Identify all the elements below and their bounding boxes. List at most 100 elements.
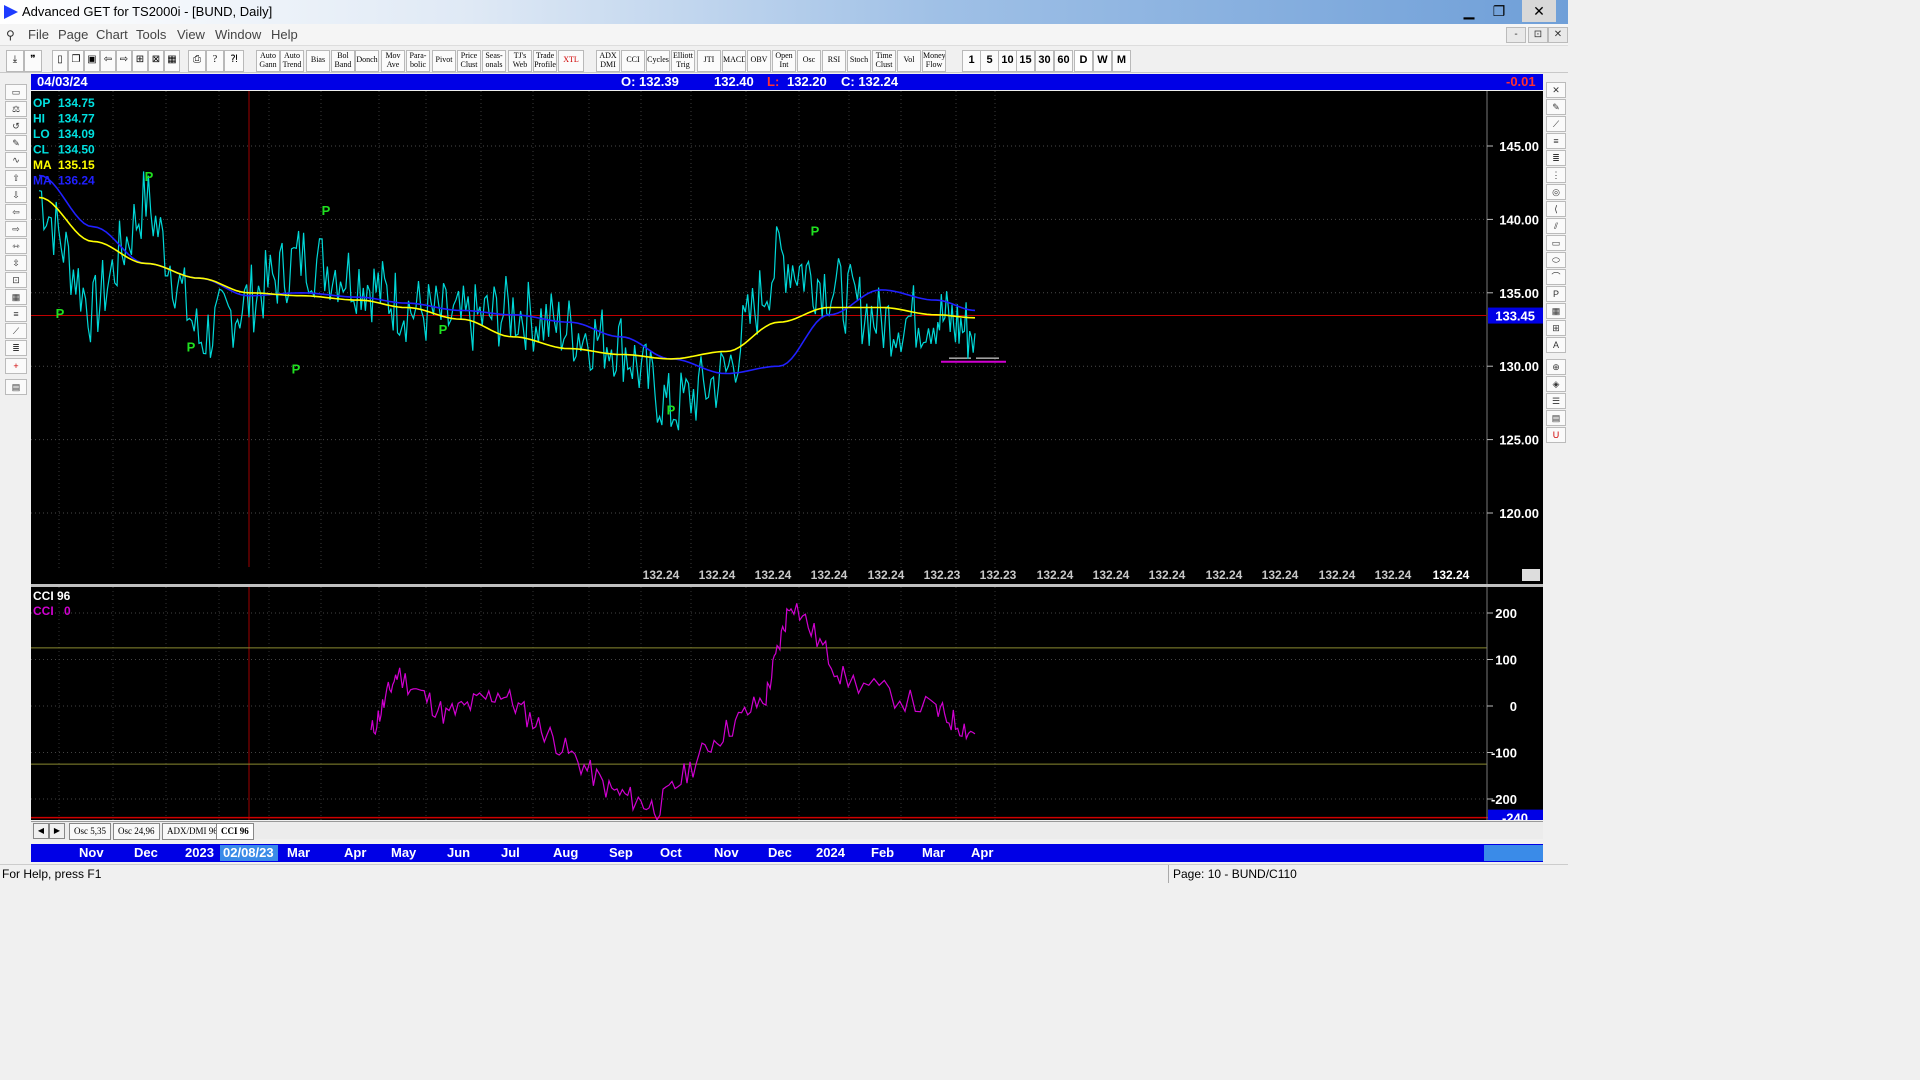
- mdi-restore-button[interactable]: ⊡: [1528, 27, 1548, 43]
- pti-icon[interactable]: P: [1546, 286, 1566, 302]
- cci-chart-pane[interactable]: 200 100 0 -100 -200 -240 CCI 96 CCI 0: [31, 587, 1543, 826]
- new-page-icon[interactable]: ▯: [52, 50, 68, 72]
- crosshair-icon[interactable]: +: [5, 358, 27, 374]
- study-button-seas-onals[interactable]: Seas- onals: [482, 50, 506, 72]
- price-chart[interactable]: 145.00 140.00 135.00 130.00 125.00 120.00 133.…: [31, 91, 1543, 584]
- reset-icon[interactable]: ↺: [5, 118, 27, 134]
- tab-cci-96[interactable]: CCI 96: [216, 823, 254, 840]
- menu-window[interactable]: Window: [215, 24, 261, 46]
- period-button-10[interactable]: 10: [998, 50, 1017, 72]
- pane-config-icon[interactable]: [1522, 569, 1540, 581]
- study-button-money-flow[interactable]: Money Flow: [922, 50, 946, 72]
- minimize-button[interactable]: ▁: [1452, 0, 1486, 22]
- study-button-cci[interactable]: CCI: [621, 50, 645, 72]
- period-button-m[interactable]: M: [1112, 50, 1131, 72]
- channel-icon[interactable]: ⫽: [1546, 218, 1566, 234]
- menu-file[interactable]: File: [28, 24, 49, 46]
- study-button-obv[interactable]: OBV: [747, 50, 771, 72]
- time-axis[interactable]: Nov Dec 2023 02/08/23 Mar Apr May Jun Ju…: [31, 844, 1543, 862]
- quote-icon[interactable]: ❞: [24, 50, 42, 72]
- box-icon[interactable]: ▭: [1546, 235, 1566, 251]
- fib-time-icon[interactable]: ⋮: [1546, 167, 1566, 183]
- menu-view[interactable]: View: [177, 24, 205, 46]
- study-button-osc[interactable]: Osc: [797, 50, 821, 72]
- lines-icon[interactable]: ≡: [5, 306, 27, 322]
- save-icon[interactable]: ▣: [84, 50, 100, 72]
- close-button[interactable]: ✕: [1522, 0, 1556, 22]
- study-button-xtl[interactable]: XTL: [558, 50, 584, 72]
- forward-icon[interactable]: ⇨: [116, 50, 132, 72]
- menu-tools[interactable]: Tools: [136, 24, 166, 46]
- arrow-up-icon[interactable]: ⇧: [5, 170, 27, 186]
- period-button-60[interactable]: 60: [1054, 50, 1073, 72]
- study-button-auto-gann[interactable]: Auto Gann: [256, 50, 280, 72]
- study-button-stoch[interactable]: Stoch: [847, 50, 871, 72]
- pin-icon[interactable]: ⤓: [6, 50, 24, 72]
- fib-retracement-icon[interactable]: ≡: [1546, 133, 1566, 149]
- menu-help[interactable]: Help: [271, 24, 298, 46]
- arrow-down-icon[interactable]: ⇩: [5, 187, 27, 203]
- tab-scroll-left-icon[interactable]: ◀: [33, 823, 49, 839]
- arrow-right-icon[interactable]: ⇨: [5, 221, 27, 237]
- study-button-price-clust[interactable]: Price Clust: [457, 50, 481, 72]
- study-button-cycles[interactable]: Cycles: [646, 50, 670, 72]
- stack-icon[interactable]: ▤: [1546, 410, 1566, 426]
- mdi-close-button[interactable]: ✕: [1548, 27, 1568, 43]
- study-button-trade-profile[interactable]: Trade Profile: [533, 50, 557, 72]
- study-button-donch[interactable]: Donch: [355, 50, 379, 72]
- grid-toggle-icon[interactable]: ▦: [5, 289, 27, 305]
- menu-page[interactable]: Page: [58, 24, 88, 46]
- study-button-vol[interactable]: Vol: [897, 50, 921, 72]
- fib-icon[interactable]: ≣: [5, 340, 27, 356]
- study-button-adx-dmi[interactable]: ADX DMI: [596, 50, 620, 72]
- arc-icon[interactable]: ⌒: [1546, 269, 1566, 285]
- study-button-open-int[interactable]: Open Int: [772, 50, 796, 72]
- pencil-icon[interactable]: ✎: [1546, 99, 1566, 115]
- period-button-w[interactable]: W: [1093, 50, 1112, 72]
- maximize-button[interactable]: ❐: [1482, 0, 1516, 22]
- copy-icon[interactable]: ❐: [68, 50, 84, 72]
- fit-icon[interactable]: ⊡: [5, 272, 27, 288]
- fan-icon[interactable]: ⟨: [1546, 201, 1566, 217]
- trendline-icon[interactable]: ⟋: [1546, 116, 1566, 132]
- delete-icon[interactable]: ⊠: [148, 50, 164, 72]
- study-icon[interactable]: ✎: [5, 135, 27, 151]
- period-button-d[interactable]: D: [1074, 50, 1093, 72]
- undo-icon[interactable]: U: [1546, 427, 1566, 443]
- menu-chart[interactable]: Chart: [96, 24, 128, 46]
- gann-icon[interactable]: ⟋: [5, 323, 27, 339]
- ellipse-icon[interactable]: ⬭: [1546, 252, 1566, 268]
- grid-icon[interactable]: ▦: [164, 50, 180, 72]
- study-button-time-clust[interactable]: Time Clust: [872, 50, 896, 72]
- layout-icon[interactable]: ⊞: [132, 50, 148, 72]
- text-icon[interactable]: A: [1546, 337, 1566, 353]
- tab-osc-5-35[interactable]: Osc 5,35: [69, 823, 111, 840]
- price-chart-pane[interactable]: 145.00 140.00 135.00 130.00 125.00 120.00 133.…: [31, 91, 1543, 584]
- study-button-bol-band[interactable]: Bol Band: [331, 50, 355, 72]
- tab-adx-dmi-96[interactable]: ADX/DMI 96: [162, 823, 223, 840]
- arrow-left-icon[interactable]: ⇦: [5, 204, 27, 220]
- study-button-para-bolic[interactable]: Para- bolic: [406, 50, 430, 72]
- zoom-icon[interactable]: ⊕: [1546, 359, 1566, 375]
- whats-this-icon[interactable]: ⁈: [224, 50, 244, 72]
- spiral-icon[interactable]: ◎: [1546, 184, 1566, 200]
- tab-scroll-right-icon[interactable]: ▶: [49, 823, 65, 839]
- open-icon[interactable]: ▭: [5, 84, 27, 100]
- period-button-5[interactable]: 5: [980, 50, 999, 72]
- period-button-30[interactable]: 30: [1035, 50, 1054, 72]
- study-button-jti[interactable]: JTI: [697, 50, 721, 72]
- fib-extension-icon[interactable]: ≣: [1546, 150, 1566, 166]
- study-button-tj-s-web[interactable]: TJ's Web: [508, 50, 532, 72]
- study-button-macd[interactable]: MACD: [722, 50, 746, 72]
- study-button-bias[interactable]: Bias: [306, 50, 330, 72]
- elliott-icon[interactable]: ∿: [5, 152, 27, 168]
- study-button-auto-trend[interactable]: Auto Trend: [280, 50, 304, 72]
- expand-icon[interactable]: ⇳: [5, 255, 27, 271]
- tab-osc-24-96[interactable]: Osc 24,96: [113, 823, 160, 840]
- compress-icon[interactable]: ⇿: [5, 238, 27, 254]
- back-icon[interactable]: ⇦: [100, 50, 116, 72]
- properties-icon[interactable]: ▤: [5, 379, 27, 395]
- paint-icon[interactable]: ◈: [1546, 376, 1566, 392]
- study-button-pivot[interactable]: Pivot: [432, 50, 456, 72]
- mdi-minimize-button[interactable]: -: [1506, 27, 1526, 43]
